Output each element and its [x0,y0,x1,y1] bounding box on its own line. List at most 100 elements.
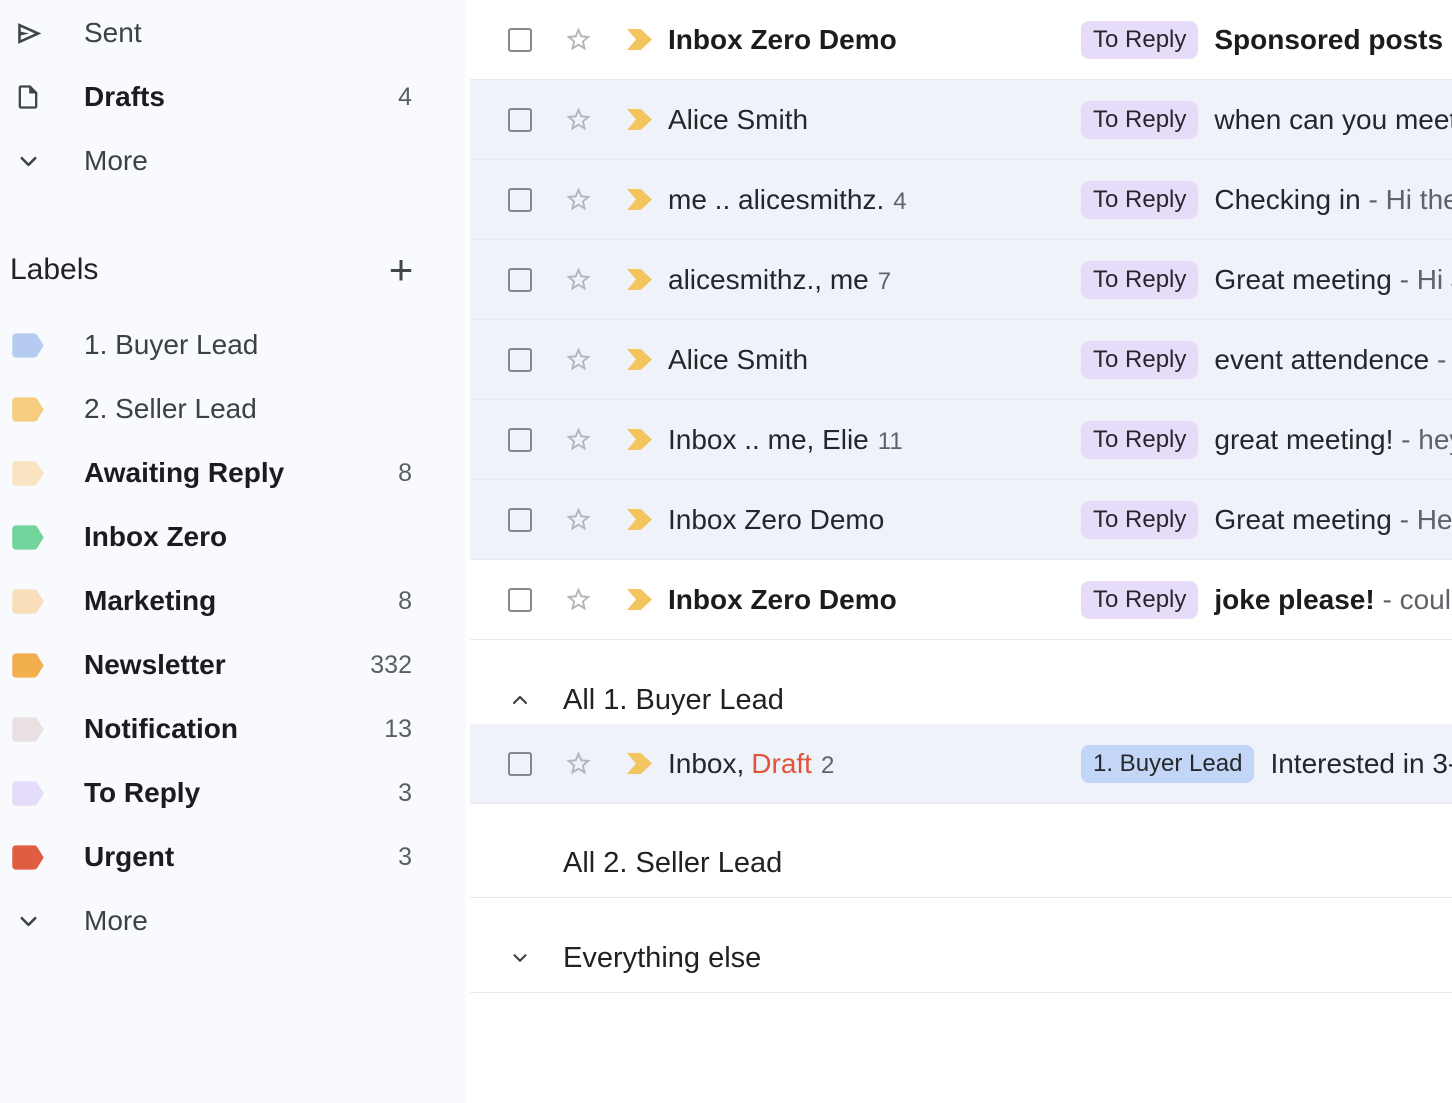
label-tag-icon [11,651,45,680]
sidebar-item-label: Sent [84,17,412,49]
sidebar-label-item-awaiting-reply[interactable]: Awaiting Reply 8 [0,441,466,505]
label-badge[interactable]: 1. Buyer Lead [1081,745,1254,783]
star-icon[interactable] [564,505,593,534]
label-badge[interactable]: To Reply [1081,181,1198,219]
email-sender: Inbox Zero Demo [668,504,1081,536]
section-header-seller-lead[interactable]: All 2. Seller Lead [470,804,1452,898]
email-subject: when can you meet [1214,104,1452,136]
sidebar-label-count: 8 [398,459,412,488]
label-badge[interactable]: To Reply [1081,341,1198,379]
email-row[interactable]: Inbox,Draft2 1. Buyer Lead Interested in… [470,724,1452,804]
labels-heading: Labels [10,253,380,287]
select-checkbox[interactable] [508,268,532,292]
email-subject: Sponsored posts - [1214,24,1452,56]
sidebar-label-item-inbox-zero[interactable]: Inbox Zero [0,505,466,569]
importance-marker-icon[interactable] [627,29,652,50]
importance-marker-icon[interactable] [627,109,652,130]
importance-marker-icon[interactable] [627,509,652,530]
select-checkbox[interactable] [508,108,532,132]
sidebar-item-label: More [84,905,412,937]
email-subject: Great meeting - Hi Jo [1214,264,1452,296]
email-row[interactable]: Inbox Zero Demo To Reply Sponsored posts… [470,0,1452,80]
importance-marker-icon[interactable] [627,189,652,210]
email-snippet: Hi there [1386,184,1452,215]
chevron-down-icon [15,908,42,935]
importance-marker-icon[interactable] [627,349,652,370]
select-checkbox[interactable] [508,428,532,452]
select-checkbox[interactable] [508,508,532,532]
label-tag-icon [11,843,45,872]
email-list-pane: Inbox Zero Demo To Reply Sponsored posts… [466,0,1452,1103]
sidebar-label-name: Newsletter [84,649,370,681]
email-subject: event attendence - Hi [1214,344,1452,376]
star-icon[interactable] [564,105,593,134]
sidebar-item-label: Drafts [84,81,398,113]
select-checkbox[interactable] [508,188,532,212]
select-checkbox[interactable] [508,28,532,52]
sidebar-label-name: Urgent [84,841,398,873]
label-tag-icon [11,523,45,552]
sidebar-label-item-urgent[interactable]: Urgent 3 [0,825,466,889]
sidebar-label-item-marketing[interactable]: Marketing 8 [0,569,466,633]
select-checkbox[interactable] [508,752,532,776]
email-row[interactable]: Inbox .. me, Elie11 To Reply great meeti… [470,400,1452,480]
sidebar-label-item-to-reply[interactable]: To Reply 3 [0,761,466,825]
star-icon[interactable] [564,185,593,214]
label-tag-icon [11,587,45,616]
label-badge[interactable]: To Reply [1081,581,1198,619]
importance-marker-icon[interactable] [627,269,652,290]
sidebar-label-item-2-seller-lead[interactable]: 2. Seller Lead [0,377,466,441]
email-row[interactable]: alicesmithz., me7 To Reply Great meeting… [470,240,1452,320]
select-checkbox[interactable] [508,348,532,372]
sidebar-label-item-notification[interactable]: Notification 13 [0,697,466,761]
email-row[interactable]: Inbox Zero Demo To Reply joke please! - … [470,560,1452,640]
importance-marker-icon[interactable] [627,753,652,774]
email-row[interactable]: Inbox Zero Demo To Reply Great meeting -… [470,480,1452,560]
sidebar-label-count: 8 [398,587,412,616]
star-icon[interactable] [564,345,593,374]
section-title: All 1. Buyer Lead [563,684,784,717]
sidebar-item-label: More [84,145,412,177]
email-sender: Inbox Zero Demo [668,584,1081,616]
sidebar-label-count: 13 [384,715,412,744]
email-sender: me .. alicesmithz.4 [668,184,1081,216]
email-row[interactable]: me .. alicesmithz.4 To Reply Checking in… [470,160,1452,240]
thread-count: 2 [821,752,834,780]
label-badge[interactable]: To Reply [1081,261,1198,299]
label-badge[interactable]: To Reply [1081,501,1198,539]
label-tag-icon [11,459,45,488]
chevron-up-icon [508,687,532,713]
draft-indicator: Draft [751,748,812,780]
section-header-buyer-lead[interactable]: All 1. Buyer Lead [470,640,1452,724]
thread-count: 4 [893,188,906,216]
star-icon[interactable] [564,585,593,614]
sidebar-label-name: To Reply [84,777,398,809]
star-icon[interactable] [564,265,593,294]
thread-count: 11 [878,428,903,456]
section-header-everything-else[interactable]: Everything else [470,898,1452,993]
star-icon[interactable] [564,425,593,454]
star-icon[interactable] [564,25,593,54]
sidebar-item-sent[interactable]: Sent [0,1,466,65]
importance-marker-icon[interactable] [627,589,652,610]
sidebar-label-item-newsletter[interactable]: Newsletter 332 [0,633,466,697]
section-title: Everything else [563,942,761,975]
sidebar-item-more-labels[interactable]: More [0,889,466,953]
email-row[interactable]: Alice Smith To Reply event attendence - … [470,320,1452,400]
sidebar-item-drafts[interactable]: Drafts 4 [0,65,466,129]
create-label-button[interactable]: + [380,249,422,291]
email-row[interactable]: Alice Smith To Reply when can you meet [470,80,1452,160]
select-checkbox[interactable] [508,588,532,612]
sidebar-label-count: 332 [370,651,412,680]
sidebar-label-item-1-buyer-lead[interactable]: 1. Buyer Lead [0,313,466,377]
label-tag-icon [11,331,45,360]
sidebar-system-items: Sent Drafts 4 More [0,0,466,193]
star-icon[interactable] [564,749,593,778]
label-badge[interactable]: To Reply [1081,101,1198,139]
sidebar-label-count: 3 [398,779,412,808]
email-sender: Inbox .. me, Elie11 [668,424,1081,456]
label-badge[interactable]: To Reply [1081,421,1198,459]
sidebar-item-more[interactable]: More [0,129,466,193]
importance-marker-icon[interactable] [627,429,652,450]
label-badge[interactable]: To Reply [1081,21,1198,59]
